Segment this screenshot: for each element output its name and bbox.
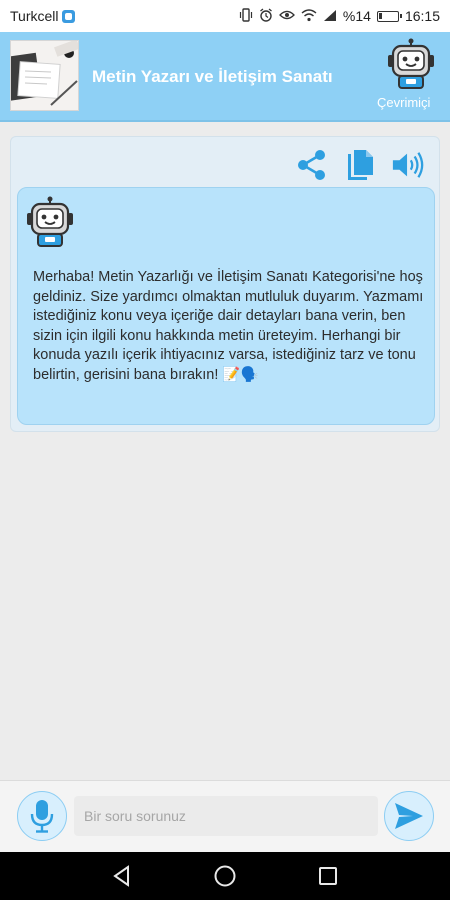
speaker-icon [392,152,424,178]
send-icon [395,803,423,829]
assistant-message-bubble: Merhaba! Metin Yazarlığı ve İletişim San… [17,187,435,425]
back-icon [112,865,129,887]
clock: 16:15 [404,8,440,24]
share-button[interactable] [295,147,329,183]
wifi-icon [301,8,317,24]
robot-avatar-icon [24,196,76,248]
status-right: %14 16:15 [239,8,440,24]
category-image[interactable] [10,40,79,111]
message-actions [295,147,425,183]
battery-icon [376,10,402,22]
recents-button[interactable] [308,856,348,896]
page-title: Metin Yazarı ve İletişim Sanatı [92,67,333,86]
robot-avatar-icon [385,38,437,90]
microphone-icon [30,800,54,833]
chat-card: Merhaba! Metin Yazarlığı ve İletişim San… [10,136,440,432]
signal-icon [323,9,337,24]
online-status: Çevrimiçi [377,95,431,110]
share-icon [298,150,325,180]
microphone-button[interactable] [17,791,67,841]
carrier-name: Turkcell [10,8,59,24]
system-nav-bar [0,852,450,900]
vibrate-icon [239,8,253,24]
send-button[interactable] [384,791,434,841]
eye-comfort-icon [279,9,295,23]
input-bar [0,780,450,852]
status-bar: Turkcell %14 16:15 [0,0,450,32]
copy-button[interactable] [343,147,377,183]
home-button[interactable] [205,856,245,896]
copy-icon [348,150,373,180]
app-header: Metin Yazarı ve İletişim Sanatı Çevrimiç… [0,32,450,122]
speak-button[interactable] [391,147,425,183]
recents-icon [319,867,338,885]
question-input[interactable] [74,796,378,836]
battery-percent: %14 [342,8,371,24]
home-icon [214,865,236,887]
back-button[interactable] [102,856,142,896]
message-text: Merhaba! Metin Yazarlığı ve İletişim San… [33,269,424,383]
status-left: Turkcell [10,8,75,24]
alarm-icon [259,8,273,24]
carrier-badge-icon [61,9,75,23]
screen: Turkcell %14 16:15 Metin Yazarı ve İleti… [0,0,450,900]
